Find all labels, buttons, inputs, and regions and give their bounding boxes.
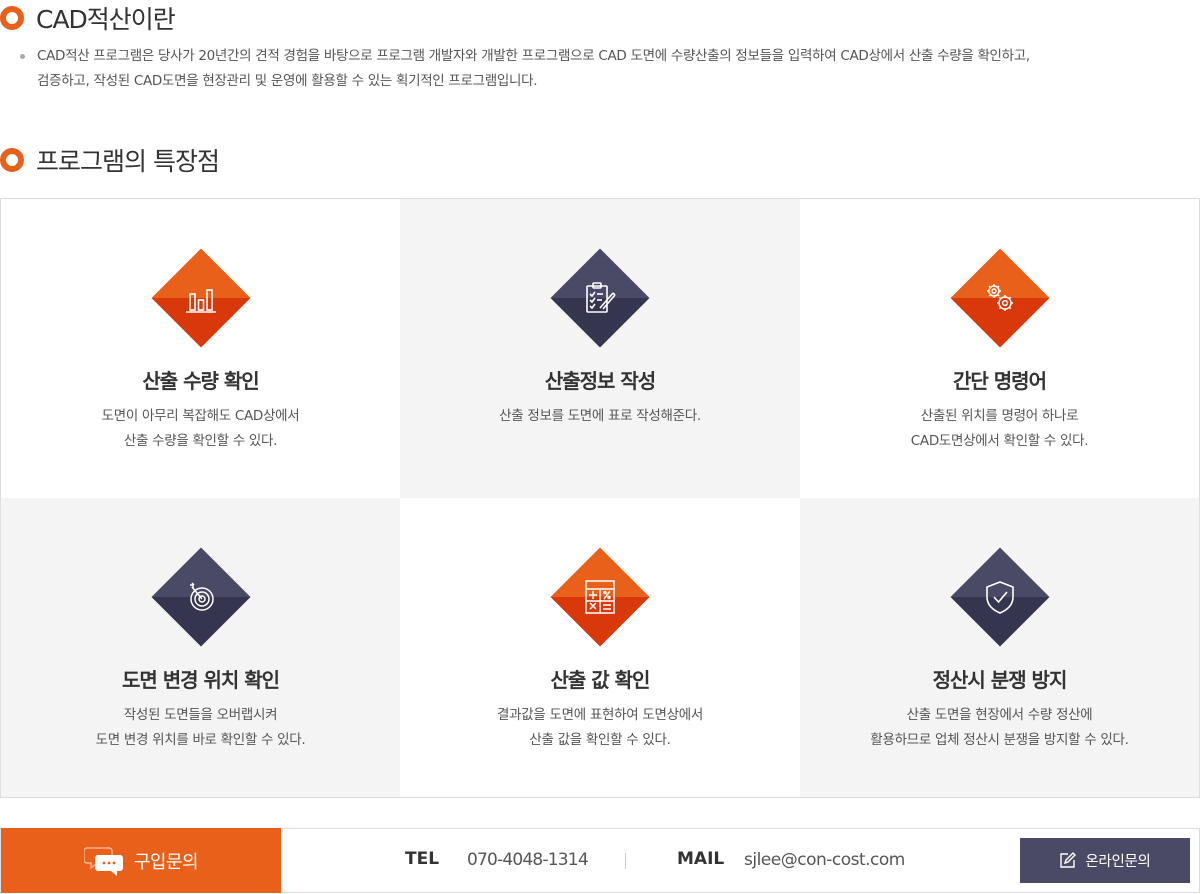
feature-description: 산출 정보를 도면에 표로 작성해준다.	[400, 404, 800, 429]
bar-chart-icon	[185, 289, 216, 313]
feature-title: 산출 값 확인	[550, 668, 651, 692]
feature-title: 산출 수량 확인	[142, 369, 259, 393]
gears-icon	[986, 284, 1013, 311]
feature-icon-badge	[151, 248, 251, 348]
dot-bullet-icon	[20, 54, 25, 59]
feature-description: 결과값을 도면에 표현하여 도면상에서 산출 값을 확인할 수 있다.	[400, 703, 800, 753]
features-grid: 산출 수량 확인 도면이 아무리 복잡해도 CAD상에서 산출 수량을 확인할 …	[0, 198, 1200, 798]
feature-desc-line: 작성된 도면들을 오버랩시켜	[123, 707, 278, 723]
online-inquiry-label: 온라인문의	[1085, 854, 1151, 870]
edit-icon	[1060, 852, 1077, 868]
mail-label: MAIL	[677, 849, 725, 869]
contact-bar: 구입문의 TEL 070-4048-1314 MAIL sjlee@con-co…	[0, 828, 1200, 893]
feature-title: 정산시 분쟁 방지	[932, 668, 1068, 692]
feature-desc-line: 산출 값을 확인할 수 있다.	[529, 732, 671, 748]
feature-desc-line: CAD도면상에서 확인할 수 있다.	[910, 433, 1089, 449]
purchase-inquiry: 구입문의	[1, 828, 281, 893]
feature-desc-line: 산출 정보를 도면에 표로 작성해준다.	[499, 408, 701, 424]
feature-desc-line: 산출된 위치를 명령어 하나로	[920, 408, 1079, 424]
feature-icon-badge	[550, 547, 650, 647]
feature-icon-badge	[550, 248, 650, 348]
intro-text: CAD적산 프로그램은 당사가 20년간의 견적 경험을 바탕으로 프로그램 개…	[37, 44, 1180, 94]
feature-card: 산출 값 확인 결과값을 도면에 표현하여 도면상에서 산출 값을 확인할 수 …	[400, 498, 800, 797]
feature-desc-line: 산출 수량을 확인할 수 있다.	[123, 433, 278, 449]
feature-icon-badge	[151, 547, 251, 647]
clipboard-pen-icon	[586, 282, 616, 313]
feature-desc-line: 도면이 아무리 복잡해도 CAD상에서	[101, 408, 300, 424]
shield-check-icon	[985, 581, 1014, 614]
feature-desc-line: 활용하므로 업체 정산시 분쟁을 방지할 수 있다.	[870, 732, 1129, 748]
chat-bubble-icon	[83, 846, 123, 876]
feature-card: 간단 명령어 산출된 위치를 명령어 하나로 CAD도면상에서 확인할 수 있다…	[800, 199, 1199, 498]
circle-bullet-icon	[0, 148, 24, 172]
feature-title: 도면 변경 위치 확인	[121, 668, 280, 692]
purchase-inquiry-label: 구입문의	[133, 851, 199, 873]
feature-description: 도면이 아무리 복잡해도 CAD상에서 산출 수량을 확인할 수 있다.	[1, 404, 400, 454]
section-heading-cad: CAD적산이란	[0, 0, 176, 36]
feature-icon-badge	[950, 248, 1050, 348]
feature-card: 정산시 분쟁 방지 산출 도면을 현장에서 수량 정산에 활용하므로 업체 정산…	[800, 498, 1199, 797]
section-title: 프로그램의 특장점	[36, 147, 220, 176]
circle-bullet-icon	[0, 6, 24, 30]
tel-number: 070-4048-1314	[467, 850, 589, 870]
online-inquiry-button[interactable]: 온라인문의	[1020, 838, 1190, 883]
section-title: CAD적산이란	[36, 5, 176, 34]
feature-desc-line: 도면 변경 위치를 바로 확인할 수 있다.	[95, 732, 306, 748]
feature-card: 산출정보 작성 산출 정보를 도면에 표로 작성해준다.	[400, 199, 800, 498]
intro-line: CAD적산 프로그램은 당사가 20년간의 견적 경험을 바탕으로 프로그램 개…	[37, 48, 1030, 64]
intro-paragraph: CAD적산 프로그램은 당사가 20년간의 견적 경험을 바탕으로 프로그램 개…	[20, 44, 1180, 94]
feature-desc-line: 산출 도면을 현장에서 수량 정산에	[906, 707, 1093, 723]
mail-address[interactable]: sjlee@con-cost.com	[744, 850, 905, 870]
feature-card: 도면 변경 위치 확인 작성된 도면들을 오버랩시켜 도면 변경 위치를 바로 …	[1, 498, 400, 797]
feature-description: 산출 도면을 현장에서 수량 정산에 활용하므로 업체 정산시 분쟁을 방지할 …	[800, 703, 1199, 753]
intro-line: 검증하고, 작성된 CAD도면을 현장관리 및 운영에 활용할 수 있는 획기적…	[37, 73, 538, 89]
calculator-icon	[585, 580, 615, 614]
feature-desc-line: 결과값을 도면에 표현하여 도면상에서	[497, 707, 703, 723]
section-heading-features: 프로그램의 특장점	[0, 142, 220, 178]
feature-title: 간단 명령어	[953, 369, 1047, 393]
feature-description: 작성된 도면들을 오버랩시켜 도면 변경 위치를 바로 확인할 수 있다.	[1, 703, 400, 753]
feature-description: 산출된 위치를 명령어 하나로 CAD도면상에서 확인할 수 있다.	[800, 404, 1199, 454]
target-icon	[189, 582, 214, 611]
feature-card: 산출 수량 확인 도면이 아무리 복잡해도 CAD상에서 산출 수량을 확인할 …	[1, 199, 400, 498]
feature-icon-badge	[950, 547, 1050, 647]
divider	[625, 853, 626, 869]
feature-title: 산출정보 작성	[544, 369, 656, 393]
tel-label: TEL	[405, 849, 440, 869]
